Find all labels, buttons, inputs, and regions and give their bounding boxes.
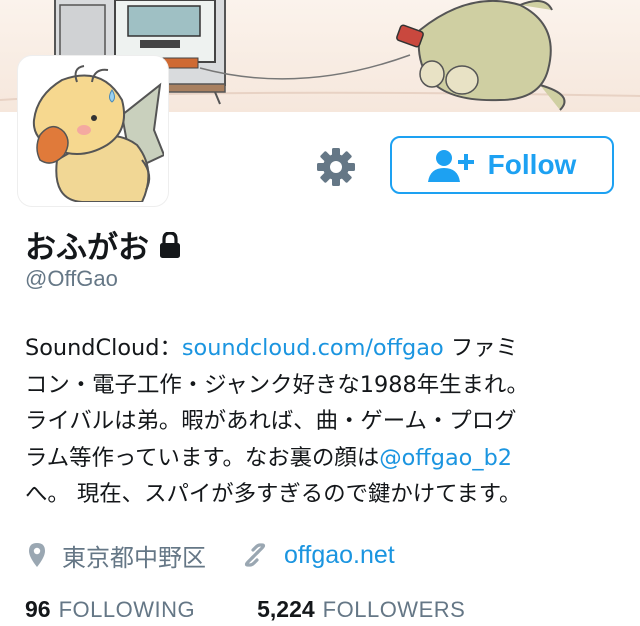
add-user-icon bbox=[427, 150, 474, 182]
location-text: 東京都中野区 bbox=[62, 543, 206, 572]
website: offgao.net bbox=[242, 541, 395, 570]
profile-name-row: おふがお bbox=[25, 222, 181, 267]
following-count: 96 bbox=[25, 596, 51, 622]
following-stat[interactable]: 96 FOLLOWING bbox=[25, 596, 195, 623]
bio-line: ラム等作っています。なお裏の顔は@offgao_b2 bbox=[25, 440, 615, 477]
bio-line: ライバルは弟。暇があれば、曲・ゲーム・プログ bbox=[25, 408, 517, 434]
map-pin-icon bbox=[29, 543, 45, 567]
mention-link[interactable]: @offgao_b2 bbox=[379, 445, 512, 471]
display-name: おふがお bbox=[25, 230, 149, 266]
settings-button[interactable] bbox=[314, 145, 358, 189]
gear-icon bbox=[317, 148, 355, 186]
lock-icon bbox=[160, 231, 180, 258]
bio-line: SoundCloud：soundcloud.com/offgao ファミ bbox=[25, 330, 615, 367]
follow-button[interactable]: Follow bbox=[390, 136, 614, 194]
bio-line: コン・電子工作・ジャンク好きな1988年生まれ。 bbox=[25, 371, 529, 398]
website-link[interactable]: offgao.net bbox=[284, 541, 395, 570]
soundcloud-link[interactable]: soundcloud.com/offgao bbox=[182, 335, 444, 361]
bio-text: ラム等作っています。なお裏の顔は bbox=[25, 444, 380, 471]
link-icon bbox=[244, 543, 266, 567]
followers-label: FOLLOWERS bbox=[322, 597, 466, 622]
followers-stat[interactable]: 5,224 FOLLOWERS bbox=[257, 596, 465, 623]
profile-bio: SoundCloud：soundcloud.com/offgao ファミ コン・… bbox=[25, 330, 615, 513]
location: 東京都中野区 bbox=[28, 538, 206, 573]
follow-button-label: Follow bbox=[487, 149, 577, 180]
bio-text: SoundCloud： bbox=[25, 335, 182, 361]
avatar-illustration bbox=[22, 60, 164, 202]
profile-stats: 96 FOLLOWING 5,224 FOLLOWERS bbox=[25, 596, 465, 623]
bio-text: ファミ bbox=[443, 335, 518, 361]
profile-avatar[interactable] bbox=[18, 56, 168, 206]
profile-handle: @OffGao bbox=[25, 266, 118, 291]
bio-line: へ。 現在、スパイが多すぎるので鍵かけてます。 bbox=[25, 481, 522, 507]
followers-count: 5,224 bbox=[257, 596, 315, 622]
profile-meta: 東京都中野区 offgao.net bbox=[28, 537, 395, 573]
following-label: FOLLOWING bbox=[58, 597, 196, 622]
